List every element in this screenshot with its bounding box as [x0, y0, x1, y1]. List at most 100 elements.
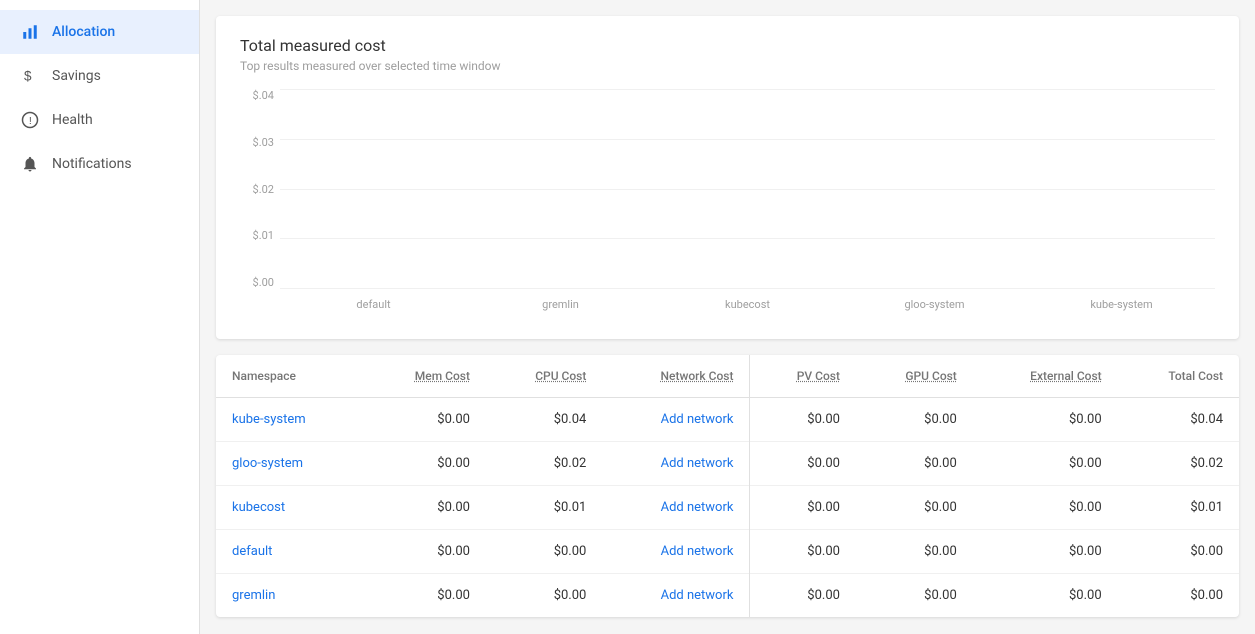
cell-namespace: gremlin: [216, 574, 364, 618]
dollar-icon: $: [20, 66, 40, 86]
cell-gpu-cost: $0.00: [856, 530, 973, 574]
cost-table: Namespace Mem Cost CPU Cost Network Cost…: [216, 355, 1239, 617]
table-row: gloo-system$0.00$0.02Add network$0.00$0.…: [216, 442, 1239, 486]
table-row: gremlin$0.00$0.00Add network$0.00$0.00$0…: [216, 574, 1239, 618]
col-pv-cost: PV Cost: [750, 355, 856, 398]
bar-gremlin: [479, 286, 658, 288]
cell-gpu-cost: $0.00: [856, 574, 973, 618]
add-network-button[interactable]: Add network: [661, 544, 734, 559]
cell-network-cost: Add network: [602, 442, 750, 486]
col-mem-cost: Mem Cost: [364, 355, 486, 398]
cell-namespace: default: [216, 530, 364, 574]
cell-pv-cost: $0.00: [750, 574, 856, 618]
cell-mem-cost: $0.00: [364, 486, 486, 530]
bell-icon: [20, 154, 40, 174]
namespace-link[interactable]: kube-system: [232, 412, 306, 427]
cell-total-cost: $0.00: [1118, 574, 1239, 618]
col-external-cost: External Cost: [973, 355, 1118, 398]
cell-pv-cost: $0.00: [750, 530, 856, 574]
x-label-gremlin: gremlin: [467, 298, 654, 311]
cell-network-cost: Add network: [602, 398, 750, 442]
cell-total-cost: $0.00: [1118, 530, 1239, 574]
table-row: kube-system$0.00$0.04Add network$0.00$0.…: [216, 398, 1239, 442]
bars-container: [280, 89, 1215, 288]
sidebar-item-label: Notifications: [52, 156, 132, 172]
chart-y-axis: $.04 $.03 $.02 $.01 $.00: [240, 89, 280, 289]
cell-namespace: kube-system: [216, 398, 364, 442]
cell-total-cost: $0.02: [1118, 442, 1239, 486]
y-label-2: $.02: [253, 183, 280, 196]
bar-default: [300, 286, 479, 288]
cell-namespace: kubecost: [216, 486, 364, 530]
cell-network-cost: Add network: [602, 486, 750, 530]
cell-external-cost: $0.00: [973, 442, 1118, 486]
cell-mem-cost: $0.00: [364, 442, 486, 486]
cell-mem-cost: $0.00: [364, 530, 486, 574]
sidebar: Allocation $ Savings ! Health Notificati…: [0, 0, 200, 634]
y-label-0: $.00: [253, 276, 280, 289]
table-row: kubecost$0.00$0.01Add network$0.00$0.00$…: [216, 486, 1239, 530]
cell-gpu-cost: $0.00: [856, 486, 973, 530]
add-network-button[interactable]: Add network: [661, 588, 734, 603]
main-content: Total measured cost Top results measured…: [200, 0, 1255, 634]
y-label-4: $.04: [253, 89, 280, 102]
col-total-cost: Total Cost: [1118, 355, 1239, 398]
cell-total-cost: $0.04: [1118, 398, 1239, 442]
cell-gpu-cost: $0.00: [856, 442, 973, 486]
cell-external-cost: $0.00: [973, 486, 1118, 530]
namespace-link[interactable]: kubecost: [232, 500, 285, 515]
table-header-row: Namespace Mem Cost CPU Cost Network Cost…: [216, 355, 1239, 398]
cell-pv-cost: $0.00: [750, 486, 856, 530]
table-row: default$0.00$0.00Add network$0.00$0.00$0…: [216, 530, 1239, 574]
sidebar-item-notifications[interactable]: Notifications: [0, 142, 199, 186]
cell-network-cost: Add network: [602, 574, 750, 618]
sidebar-item-allocation[interactable]: Allocation: [0, 10, 199, 54]
namespace-link[interactable]: gloo-system: [232, 456, 303, 471]
warning-circle-icon: !: [20, 110, 40, 130]
cell-network-cost: Add network: [602, 530, 750, 574]
chart-subtitle: Top results measured over selected time …: [240, 59, 1215, 73]
x-label-kubecost: kubecost: [654, 298, 841, 311]
svg-text:!: !: [29, 115, 32, 127]
chart-plot: [280, 89, 1215, 289]
cell-cpu-cost: $0.01: [486, 486, 602, 530]
sidebar-item-label: Savings: [52, 68, 101, 84]
cell-gpu-cost: $0.00: [856, 398, 973, 442]
cell-external-cost: $0.00: [973, 398, 1118, 442]
cell-pv-cost: $0.00: [750, 398, 856, 442]
sidebar-item-label: Health: [52, 112, 93, 128]
namespace-link[interactable]: default: [232, 544, 272, 559]
table-body: kube-system$0.00$0.04Add network$0.00$0.…: [216, 398, 1239, 618]
cell-mem-cost: $0.00: [364, 398, 486, 442]
x-label-kube-system: kube-system: [1028, 298, 1215, 311]
x-label-gloo-system: gloo-system: [841, 298, 1028, 311]
cell-namespace: gloo-system: [216, 442, 364, 486]
svg-text:$: $: [24, 69, 32, 84]
x-label-default: default: [280, 298, 467, 311]
cell-external-cost: $0.00: [973, 574, 1118, 618]
col-cpu-cost: CPU Cost: [486, 355, 602, 398]
col-namespace: Namespace: [216, 355, 364, 398]
add-network-button[interactable]: Add network: [661, 456, 734, 471]
cell-cpu-cost: $0.00: [486, 530, 602, 574]
cell-cpu-cost: $0.00: [486, 574, 602, 618]
chart-x-axis: default gremlin kubecost gloo-system kub…: [280, 289, 1215, 319]
col-gpu-cost: GPU Cost: [856, 355, 973, 398]
y-label-1: $.01: [253, 229, 280, 242]
chart-area: $.04 $.03 $.02 $.01 $.00: [240, 89, 1215, 319]
cell-total-cost: $0.01: [1118, 486, 1239, 530]
cell-cpu-cost: $0.02: [486, 442, 602, 486]
add-network-button[interactable]: Add network: [661, 412, 734, 427]
sidebar-item-savings[interactable]: $ Savings: [0, 54, 199, 98]
sidebar-item-health[interactable]: ! Health: [0, 98, 199, 142]
chart-section: Total measured cost Top results measured…: [216, 16, 1239, 339]
sidebar-item-label: Allocation: [52, 24, 115, 40]
chart-title: Total measured cost: [240, 36, 1215, 55]
y-label-3: $.03: [253, 136, 280, 149]
cell-external-cost: $0.00: [973, 530, 1118, 574]
cell-mem-cost: $0.00: [364, 574, 486, 618]
table-section: Namespace Mem Cost CPU Cost Network Cost…: [216, 355, 1239, 617]
bar-chart-icon: [20, 22, 40, 42]
add-network-button[interactable]: Add network: [661, 500, 734, 515]
namespace-link[interactable]: gremlin: [232, 588, 275, 603]
